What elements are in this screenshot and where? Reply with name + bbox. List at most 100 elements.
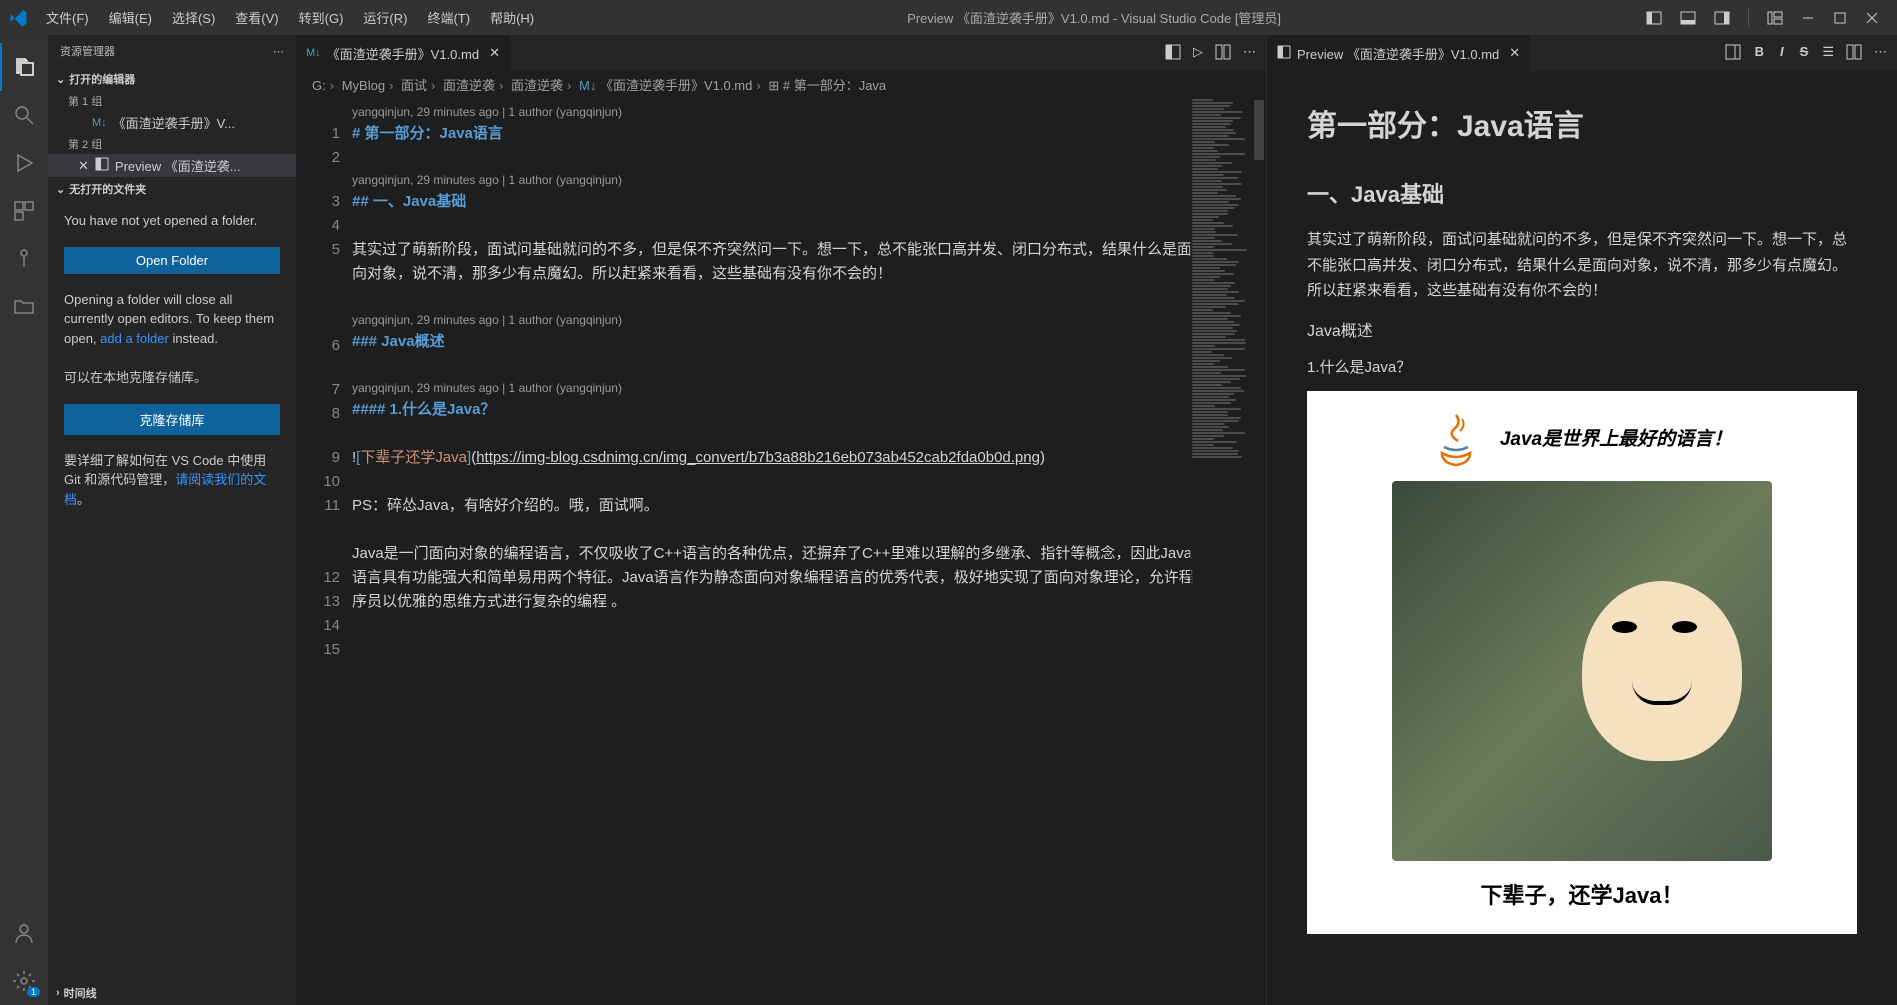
preview-icon	[95, 157, 109, 174]
markdown-preview[interactable]: 第一部分：Java语言 一、Java基础 其实过了萌新阶段，面试问基础就问的不多…	[1267, 71, 1897, 1005]
layout-right-icon[interactable]	[1714, 10, 1730, 26]
minimap[interactable]: document.write(Array.from({length:120}).…	[1190, 98, 1252, 1005]
group-1-label: 第 1 组	[48, 91, 296, 111]
menu-bar: 文件(F) 编辑(E) 选择(S) 查看(V) 转到(G) 运行(R) 终端(T…	[38, 4, 542, 31]
menu-help[interactable]: 帮助(H)	[482, 4, 542, 31]
chevron-down-icon: ⌄	[56, 183, 65, 196]
no-folder-section[interactable]: ⌄ 无打开的文件夹	[48, 177, 296, 201]
open-editor-file-2[interactable]: ✕ Preview 《面渣逆袭...	[48, 154, 296, 177]
git-hint: 要详细了解如何在 VS Code 中使用 Git 和源代码管理，请阅读我们的文档…	[48, 441, 296, 520]
open-editor-file-1[interactable]: M↓ 《面渣逆袭手册》V...	[48, 111, 296, 134]
more-icon[interactable]: ⋯	[1874, 44, 1887, 63]
codelens[interactable]: yangqinjun, 29 minutes ago | 1 author (y…	[352, 102, 1266, 122]
bold-button[interactable]: B	[1753, 44, 1766, 63]
more-icon[interactable]: ⋯	[1243, 44, 1256, 63]
file-label: 《面渣逆袭手册》V...	[113, 113, 235, 132]
codelens[interactable]: yangqinjun, 29 minutes ago | 1 author (y…	[352, 310, 1266, 330]
titlebar: 文件(F) 编辑(E) 选择(S) 查看(V) 转到(G) 运行(R) 终端(T…	[0, 0, 1897, 35]
close-icon[interactable]: ✕	[78, 158, 89, 174]
image-top-caption: Java是世界上最好的语言！	[1500, 424, 1732, 456]
close-icon[interactable]: ✕	[1509, 45, 1520, 61]
tabs-left: M↓ 《面渣逆袭手册》V1.0.md ✕ ▷ ⋯	[296, 35, 1266, 71]
scrollbar-vertical[interactable]	[1252, 98, 1266, 1005]
preview-h2: 一、Java基础	[1307, 176, 1857, 213]
extensions-icon[interactable]	[0, 187, 48, 235]
preview-h3: Java概述	[1307, 318, 1857, 345]
tab-markdown[interactable]: M↓ 《面渣逆袭手册》V1.0.md ✕	[296, 35, 511, 71]
menu-edit[interactable]: 编辑(E)	[101, 4, 160, 31]
preview-h4: 1.什么是Java？	[1307, 355, 1857, 381]
tab-label: Preview 《面渣逆袭手册》V1.0.md	[1297, 44, 1499, 63]
menu-terminal[interactable]: 终端(T)	[419, 4, 478, 31]
gitlens-icon[interactable]	[0, 235, 48, 283]
menu-goto[interactable]: 转到(G)	[291, 4, 352, 31]
search-icon[interactable]	[0, 91, 48, 139]
minimize-icon[interactable]	[1801, 11, 1815, 25]
line-gutter: 1 2 3 4 5 6 7 8 9 10 11 12	[296, 98, 352, 1005]
sidebar-title: 资源管理器	[60, 43, 115, 59]
main-area: 1 资源管理器 ⋯ ⌄ 打开的编辑器 第 1 组 M↓ 《面渣逆袭手册》V...…	[0, 35, 1897, 1005]
group-2-label: 第 2 组	[48, 134, 296, 154]
editor-group-left: M↓ 《面渣逆袭手册》V1.0.md ✕ ▷ ⋯ G:› MyBlog› 面试›…	[296, 35, 1267, 1005]
markdown-icon: M↓	[92, 117, 107, 129]
menu-view[interactable]: 查看(V)	[227, 4, 286, 31]
customize-layout-icon[interactable]	[1767, 10, 1783, 26]
italic-button[interactable]: I	[1778, 44, 1786, 63]
tab-preview[interactable]: Preview 《面渣逆袭手册》V1.0.md ✕	[1267, 35, 1531, 71]
breadcrumb[interactable]: G:› MyBlog› 面试› 面渣逆袭› 面渣逆袭› M↓ 《面渣逆袭手册》V…	[296, 71, 1266, 98]
preview-toolbar: B I S ☰ ⋯	[1715, 44, 1897, 63]
sidebar-header: 资源管理器 ⋯	[48, 35, 296, 67]
tab-label: 《面渣逆袭手册》V1.0.md	[327, 44, 479, 63]
list-icon[interactable]: ☰	[1822, 44, 1834, 63]
codelens[interactable]: yangqinjun, 29 minutes ago | 1 author (y…	[352, 170, 1266, 190]
preview-image: Java是世界上最好的语言！ 下辈子，还学Java！	[1307, 391, 1857, 934]
close-icon[interactable]	[1865, 11, 1879, 25]
show-source-icon[interactable]	[1725, 44, 1741, 63]
explorer-icon[interactable]	[0, 43, 48, 91]
editor-area: M↓ 《面渣逆袭手册》V1.0.md ✕ ▷ ⋯ G:› MyBlog› 面试›…	[296, 35, 1897, 1005]
strike-button[interactable]: S	[1798, 44, 1811, 63]
tabs-right: Preview 《面渣逆袭手册》V1.0.md ✕ B I S ☰ ⋯	[1267, 35, 1897, 71]
menu-file[interactable]: 文件(F)	[38, 4, 97, 31]
account-icon[interactable]	[0, 909, 48, 957]
codelens[interactable]: yangqinjun, 29 minutes ago | 1 author (y…	[352, 378, 1266, 398]
preview-paragraph: 其实过了萌新阶段，面试问基础就问的不多，但是保不齐突然问一下。想一下，总不能张口…	[1307, 227, 1857, 304]
folder-icon[interactable]	[0, 283, 48, 331]
java-logo-icon	[1432, 411, 1480, 471]
code-content[interactable]: yangqinjun, 29 minutes ago | 1 author (y…	[352, 98, 1266, 1005]
timeline-section[interactable]: › 时间线	[48, 981, 296, 1005]
activity-bar: 1	[0, 35, 48, 1005]
no-folder-text: You have not yet opened a folder.	[48, 201, 296, 241]
window-title: Preview 《面渣逆袭手册》V1.0.md - Visual Studio …	[542, 8, 1646, 27]
sidebar: 资源管理器 ⋯ ⌄ 打开的编辑器 第 1 组 M↓ 《面渣逆袭手册》V... 第…	[48, 35, 296, 1005]
clone-repo-button[interactable]: 克隆存储库	[64, 404, 280, 435]
clone-hint: 可以在本地克隆存储库。	[48, 358, 296, 398]
image-bottom-caption: 下辈子，还学Java！	[1327, 877, 1837, 914]
menu-run[interactable]: 运行(R)	[355, 4, 415, 31]
close-icon[interactable]: ✕	[489, 45, 500, 61]
more-icon[interactable]: ⋯	[273, 45, 284, 58]
add-folder-link[interactable]: add a folder	[100, 331, 169, 346]
chevron-down-icon: ⌄	[56, 73, 65, 86]
settings-icon[interactable]: 1	[0, 957, 48, 1005]
split-icon[interactable]	[1215, 44, 1231, 63]
editor-group-right: Preview 《面渣逆袭手册》V1.0.md ✕ B I S ☰ ⋯ 第一部分…	[1267, 35, 1897, 1005]
vscode-logo-icon	[8, 8, 28, 28]
maximize-icon[interactable]	[1833, 11, 1847, 25]
window-controls	[1646, 9, 1889, 27]
run-icon[interactable]: ▷	[1193, 44, 1203, 63]
open-folder-button[interactable]: Open Folder	[64, 247, 280, 274]
preview-side-icon[interactable]	[1165, 44, 1181, 63]
file-label: Preview 《面渣逆袭...	[115, 156, 241, 175]
layout-left-icon[interactable]	[1646, 10, 1662, 26]
menu-select[interactable]: 选择(S)	[164, 4, 223, 31]
split-icon[interactable]	[1846, 44, 1862, 63]
open-folder-hint: Opening a folder will close all currentl…	[48, 280, 296, 359]
debug-icon[interactable]	[0, 139, 48, 187]
preview-icon	[1277, 45, 1291, 62]
open-editors-section[interactable]: ⌄ 打开的编辑器	[48, 67, 296, 91]
settings-badge: 1	[27, 987, 40, 997]
layout-bottom-icon[interactable]	[1680, 10, 1696, 26]
code-editor[interactable]: 1 2 3 4 5 6 7 8 9 10 11 12	[296, 98, 1266, 1005]
chevron-right-icon: ›	[56, 987, 60, 999]
